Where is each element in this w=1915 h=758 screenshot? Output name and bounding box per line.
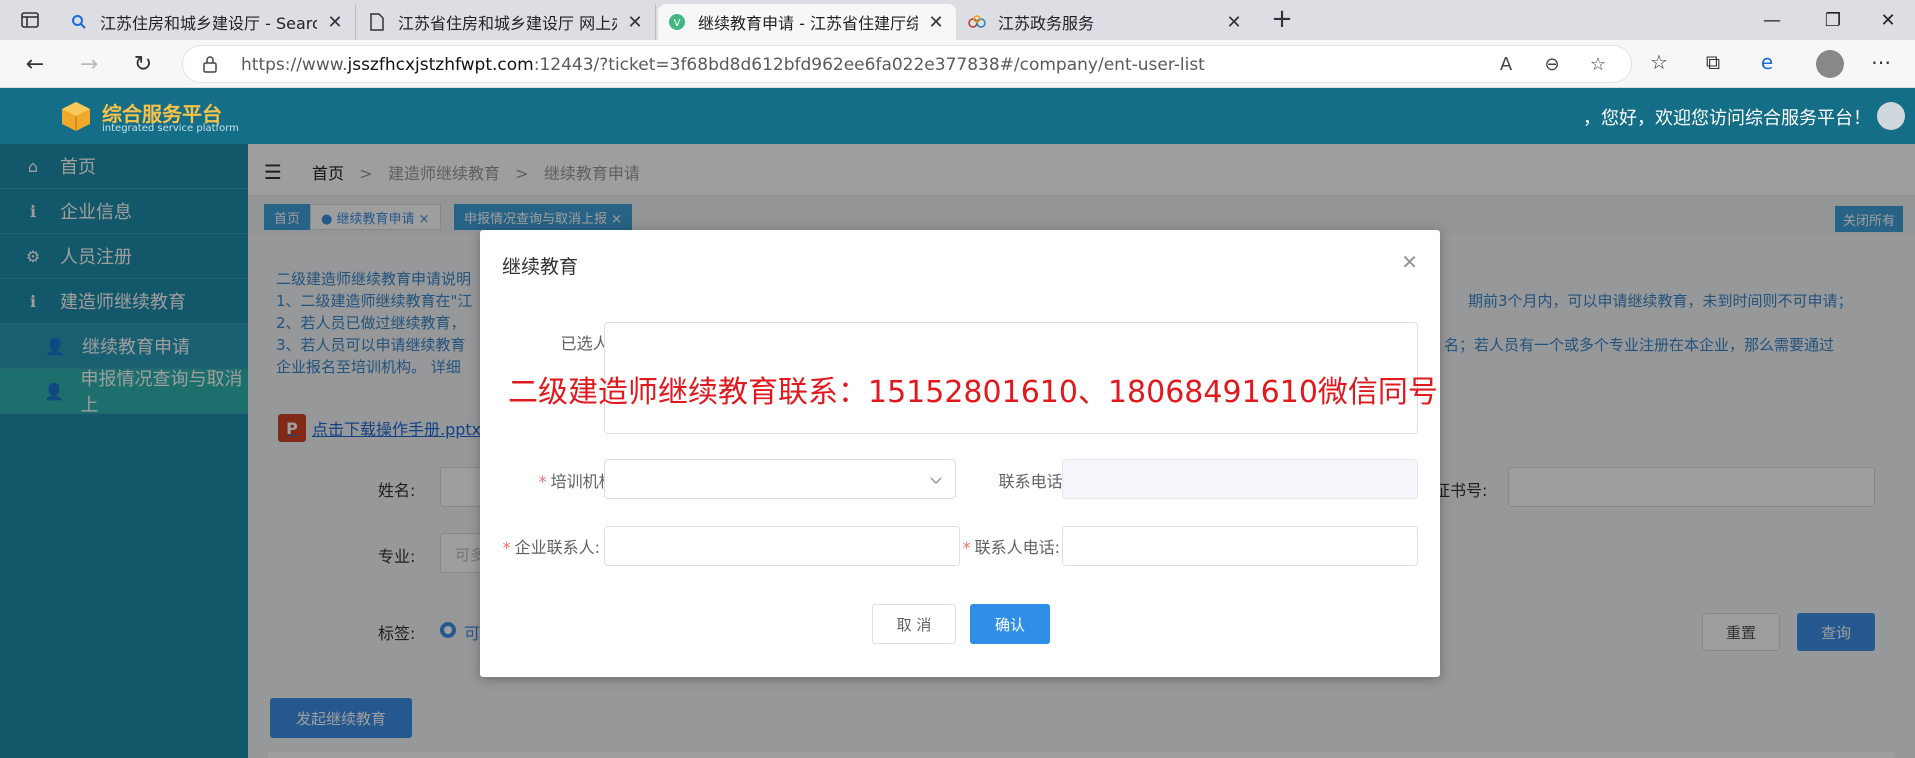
browser-tab-active[interactable]: V 继续教育申请 - 江苏省住建厅综 ✕: [658, 4, 956, 40]
svg-text:V: V: [674, 18, 681, 29]
chevron-down-icon: [929, 472, 943, 491]
vue-icon: V: [668, 13, 686, 31]
close-icon[interactable]: ✕: [926, 12, 946, 33]
close-icon[interactable]: ✕: [1224, 12, 1244, 33]
read-aloud-icon[interactable]: A: [1493, 54, 1519, 78]
search-icon: [70, 13, 88, 31]
logo-subtitle: integrated service platform: [102, 123, 239, 134]
browser-tab-title: 江苏住房和城乡建设厅 - Search: [100, 14, 317, 33]
favorites-icon[interactable]: ☆: [1644, 50, 1674, 78]
close-icon[interactable]: ✕: [625, 12, 645, 33]
welcome-text: ，您好，欢迎您访问综合服务平台！: [1583, 108, 1871, 129]
profile-avatar-icon[interactable]: [1816, 50, 1844, 78]
restore-icon[interactable]: ❐: [1807, 0, 1859, 40]
collections-icon[interactable]: ⧉: [1698, 50, 1728, 78]
confirm-button[interactable]: 确认: [970, 604, 1050, 644]
app-header: 综合服务平台 integrated service platform ，您好，欢…: [0, 88, 1915, 144]
zoom-out-icon[interactable]: ⊖: [1539, 54, 1565, 78]
gov-icon: [968, 13, 986, 31]
new-tab-icon[interactable]: +: [1264, 4, 1300, 36]
training-org-select[interactable]: [604, 459, 956, 499]
minimize-icon[interactable]: —: [1746, 0, 1798, 40]
add-favorite-icon[interactable]: ☆: [1585, 54, 1611, 78]
user-avatar-icon[interactable]: [1877, 102, 1905, 130]
refresh-icon[interactable]: ↻: [126, 48, 160, 80]
browser-tab-search[interactable]: 江苏住房和城乡建设厅 - Search ✕: [60, 4, 356, 40]
back-icon[interactable]: ←: [18, 48, 52, 80]
phone-label: 联系电话:: [998, 472, 1068, 491]
forward-icon[interactable]: →: [72, 48, 106, 80]
dialog-title: 继续教育: [502, 256, 579, 278]
contact-label: * 企业联系人:: [502, 538, 600, 557]
browser-tab-title: 江苏政务服务: [998, 14, 1095, 33]
browser-tab-office[interactable]: 江苏省住房和城乡建设厅 网上办 ✕: [358, 4, 656, 40]
url-input[interactable]: https://www.jsszfhcxjstzhfwpt.com:12443/…: [182, 45, 1632, 83]
address-bar: ← → ↻ https://www.jsszfhcxjstzhfwpt.com:…: [0, 40, 1915, 88]
window-close-icon[interactable]: ✕: [1862, 0, 1914, 40]
promo-overlay-text: 二级建造师继续教育联系：15152801610、18068491610微信同号: [508, 375, 1438, 410]
browser-tab-title: 江苏省住房和城乡建设厅 网上办: [398, 14, 617, 33]
browser-tab-title: 继续教育申请 - 江苏省住建厅综: [698, 14, 918, 33]
more-icon[interactable]: ⋯: [1866, 50, 1896, 78]
browser-essentials-icon[interactable]: e: [1752, 50, 1782, 78]
document-icon: [368, 13, 386, 31]
contact-input[interactable]: [604, 526, 960, 566]
education-dialog: 继续教育 ✕ 已选人员: * 培训机构: 联系电话: * 企业联系人: * 联系人电话…: [480, 230, 1440, 677]
url-text: https://www.jsszfhcxjstzhfwpt.com:12443/…: [241, 55, 1205, 75]
browser-tab-strip: 江苏住房和城乡建设厅 - Search ✕ 江苏省住房和城乡建设厅 网上办 ✕ …: [0, 0, 1915, 40]
browser-tab-gov[interactable]: 江苏政务服务 ✕: [958, 4, 1254, 40]
close-icon[interactable]: ✕: [1401, 250, 1418, 274]
contact-phone-input[interactable]: [1062, 526, 1418, 566]
cancel-button[interactable]: 取 消: [872, 604, 956, 644]
logo-box-icon: [60, 100, 92, 132]
contact-phone-label: * 联系人电话:: [962, 538, 1060, 557]
phone-input: [1062, 459, 1418, 499]
close-icon[interactable]: ✕: [325, 12, 345, 33]
tab-actions-icon[interactable]: [10, 6, 50, 34]
lock-icon: [203, 55, 217, 77]
